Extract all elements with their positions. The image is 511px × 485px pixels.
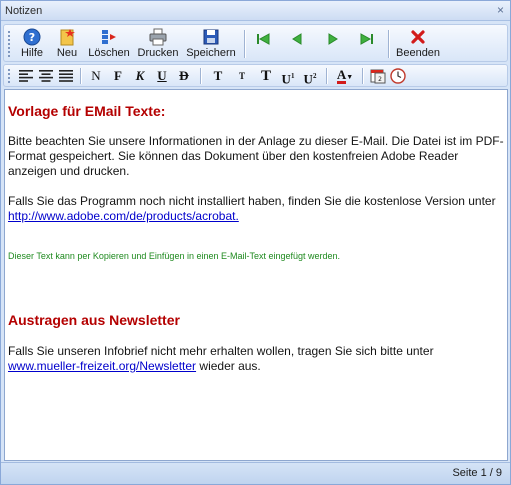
heading-unsubscribe: Austragen aus Newsletter [8, 312, 180, 328]
superscript-base: U [281, 71, 291, 87]
help-icon: ? [23, 28, 41, 46]
subscript-base: U [303, 71, 313, 87]
print-label: Drucken [137, 47, 179, 59]
calendar-icon: 2 [370, 69, 386, 84]
last-record-button[interactable] [356, 27, 378, 60]
unsubscribe-text: Falls Sie unseren Infobrief nicht mehr e… [8, 344, 434, 358]
align-left-icon [19, 70, 33, 82]
justify-button[interactable] [56, 67, 76, 85]
underline-button[interactable]: U [152, 67, 172, 85]
format-toolbar: N F K U D T T T U1 U2 A▼ 2 [3, 64, 508, 87]
newsletter-link[interactable]: www.mueller-freizeit.org/Newsletter [8, 359, 196, 373]
toolbar-separator [200, 68, 201, 84]
paragraph-attachment-info: Bitte beachten Sie unsere Informationen … [8, 134, 504, 178]
italic-button[interactable]: K [130, 67, 150, 85]
font-color-icon: A [336, 67, 347, 84]
new-document-icon [60, 29, 75, 46]
notes-window: Notizen × ? Hilfe Neu Löschen Drucken Sp… [0, 0, 511, 485]
toolbar-separator [326, 68, 327, 84]
subscript-mark: 2 [312, 72, 317, 80]
toolbar-separator [244, 30, 245, 58]
bold-button[interactable]: F [108, 67, 128, 85]
toolbar-separator [388, 30, 389, 58]
heading-email-templates: Vorlage für EMail Texte: [8, 103, 166, 119]
svg-text:?: ? [29, 31, 35, 44]
copy-paste-note: Dieser Text kann per Kopieren und Einfüg… [8, 251, 341, 261]
subscript-button[interactable]: U2 [300, 67, 320, 87]
toolbar-separator [362, 68, 363, 84]
toolbar-grip[interactable] [8, 69, 11, 83]
insert-date-button[interactable]: 2 [368, 67, 388, 85]
justify-icon [59, 70, 73, 82]
align-center-icon [39, 70, 53, 82]
printer-icon [149, 28, 167, 46]
unsubscribe-tail: wieder aus. [196, 359, 261, 373]
paragraph-unsubscribe: Falls Sie unseren Infobrief nicht mehr e… [8, 344, 504, 374]
normal-text-button[interactable]: N [86, 67, 106, 85]
font-color-dropdown[interactable]: A▼ [332, 67, 358, 85]
window-title: Notizen [5, 5, 43, 17]
toolbar-grip[interactable] [8, 31, 11, 57]
floppy-disk-icon [203, 29, 219, 45]
first-record-button[interactable] [252, 27, 274, 60]
clock-icon [390, 68, 406, 84]
note-editor[interactable]: Vorlage für EMail Texte: Bitte beachten … [4, 89, 508, 461]
status-bar: Seite 1 / 9 [1, 462, 510, 484]
help-button[interactable]: ? Hilfe [18, 27, 46, 60]
new-label: Neu [56, 47, 78, 59]
install-text: Falls Sie das Programm noch nicht instal… [8, 194, 496, 208]
larger-font-button[interactable]: T [208, 67, 228, 85]
next-record-button[interactable] [322, 27, 344, 60]
exit-button[interactable]: Beenden [396, 27, 440, 60]
strikethrough-button[interactable]: D [174, 67, 194, 85]
superscript-button[interactable]: U1 [278, 67, 298, 87]
new-button[interactable]: Neu [54, 27, 80, 60]
align-center-button[interactable] [36, 67, 56, 85]
title-bar: Notizen × [1, 1, 510, 21]
paragraph-install-info: Falls Sie das Programm noch nicht instal… [8, 194, 504, 224]
delete-label: Löschen [88, 47, 130, 59]
close-x-icon [411, 30, 425, 44]
chevron-down-icon: ▼ [346, 74, 354, 81]
smaller-font-button[interactable]: T [232, 67, 252, 85]
help-label: Hilfe [20, 47, 43, 59]
save-label: Speichern [186, 47, 236, 59]
teletype-button[interactable]: T [256, 67, 276, 85]
insert-time-button[interactable] [388, 67, 408, 85]
main-toolbar: ? Hilfe Neu Löschen Drucken Speichern Be… [3, 24, 508, 62]
previous-record-button[interactable] [286, 27, 308, 60]
delete-icon [102, 30, 116, 44]
last-arrow-icon [360, 33, 373, 45]
next-arrow-icon [328, 33, 338, 45]
page-indicator: Seite 1 / 9 [452, 467, 502, 479]
delete-button[interactable]: Löschen [88, 27, 130, 60]
align-left-button[interactable] [16, 67, 36, 85]
adobe-link[interactable]: http://www.adobe.com/de/products/acrobat… [8, 209, 239, 223]
svg-text:2: 2 [378, 76, 382, 83]
toolbar-separator [80, 68, 81, 84]
print-button[interactable]: Drucken [137, 27, 179, 60]
close-icon[interactable]: × [497, 3, 504, 17]
exit-label: Beenden [396, 47, 441, 59]
save-button[interactable]: Speichern [186, 27, 236, 60]
superscript-mark: 1 [290, 72, 295, 80]
first-arrow-icon [257, 33, 270, 45]
previous-arrow-icon [292, 33, 302, 45]
